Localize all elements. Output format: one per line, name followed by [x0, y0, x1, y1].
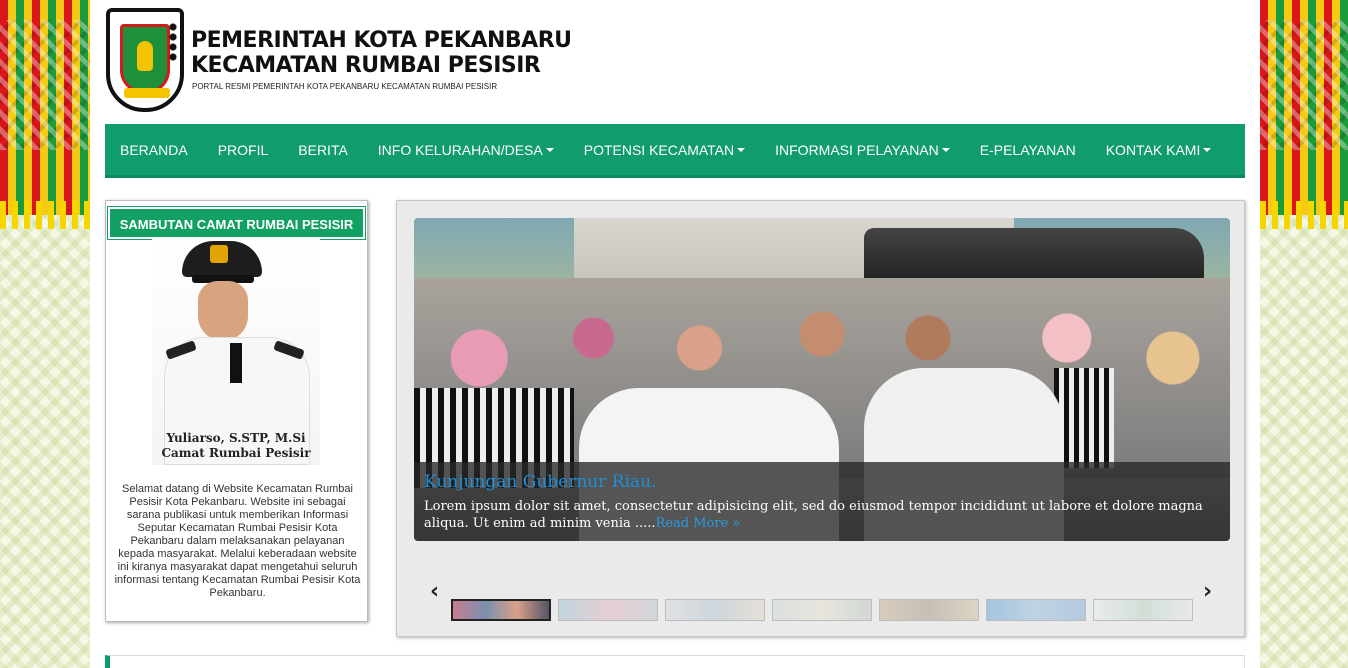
sambutan-camat-panel: SAMBUTAN CAMAT RUMBAI PESISIR Yuliarso, … — [105, 200, 368, 622]
nav-item-profil[interactable]: PROFIL — [218, 142, 269, 158]
slider-thumbnails — [451, 599, 1196, 621]
thumbnail-4[interactable] — [772, 599, 872, 621]
page-container: PEMERINTAH KOTA PEKANBARU KECAMATAN RUMB… — [90, 0, 1260, 668]
nav-item-informasi-pelayanan[interactable]: INFORMASI PELAYANAN — [775, 142, 950, 158]
camat-portrait-image: Yuliarso, S.STP, M.Si Camat Rumbai Pesis… — [152, 239, 320, 465]
main-navigation: BERANDA PROFIL BERITA INFO KELURAHAN/DES… — [105, 124, 1245, 178]
slide-title[interactable]: Kunjungan Gubernur Riau. — [424, 472, 1220, 492]
nav-item-info-kelurahan[interactable]: INFO KELURAHAN/DESA — [378, 142, 554, 158]
nav-label: E-PELAYANAN — [979, 141, 1076, 158]
slide-description: Lorem ipsum dolor sit amet, consectetur … — [424, 498, 1220, 532]
nav-label: BERANDA — [120, 141, 188, 158]
thumbnail-5[interactable] — [879, 599, 979, 621]
site-title-line2: KECAMATAN RUMBAI PESISIR — [191, 53, 541, 78]
thumbnail-7[interactable] — [1093, 599, 1193, 621]
nav-item-e-pelayanan[interactable]: E-PELAYANAN — [980, 142, 1076, 158]
caret-down-icon — [737, 147, 746, 152]
chevron-right-icon[interactable]: › — [1203, 579, 1212, 604]
portrait-cap — [182, 241, 262, 277]
caret-down-icon — [545, 147, 554, 152]
portrait-tie — [230, 343, 242, 383]
sidebar-heading: SAMBUTAN CAMAT RUMBAI PESISIR — [107, 206, 366, 240]
crest-shape — [120, 24, 170, 94]
thumbnail-1[interactable] — [451, 599, 551, 621]
nav-label: POTENSI KECAMATAN — [583, 141, 735, 158]
portrait-face — [198, 281, 248, 341]
thumbnail-6[interactable] — [986, 599, 1086, 621]
sambutan-text: Selamat datang di Website Kecamatan Rumb… — [114, 483, 361, 599]
left-decorative-pattern — [0, 0, 90, 668]
nav-item-berita[interactable]: BERITA — [298, 142, 348, 158]
chevron-left-icon[interactable]: ‹ — [430, 579, 439, 604]
site-subtitle: PORTAL RESMI PEMERINTAH KOTA PEKANBARU K… — [192, 82, 498, 91]
bottom-content-box — [105, 655, 1245, 668]
caret-down-icon — [1203, 147, 1212, 152]
nav-item-beranda[interactable]: BERANDA — [120, 142, 188, 158]
slide-text: Lorem ipsum dolor sit amet, consectetur … — [424, 499, 1203, 531]
site-title-line1: PEMERINTAH KOTA PEKANBARU — [191, 28, 572, 53]
nav-label: INFORMASI PELAYANAN — [775, 141, 939, 158]
camat-position: Camat Rumbai Pesisir — [161, 446, 311, 460]
site-header: PEMERINTAH KOTA PEKANBARU KECAMATAN RUMB… — [90, 0, 1260, 122]
nav-label: KONTAK KAMI — [1105, 141, 1201, 158]
dots-shape — [168, 22, 178, 62]
nav-label: PROFIL — [217, 141, 269, 158]
thumbnail-2[interactable] — [558, 599, 658, 621]
read-more-link[interactable]: Read More » — [656, 516, 741, 531]
city-logo-emblem[interactable] — [106, 8, 184, 112]
nav-label: INFO KELURAHAN/DESA — [377, 141, 543, 158]
ribbon-shape — [124, 88, 170, 98]
slide-caption: Kunjungan Gubernur Riau. Lorem ipsum dol… — [414, 462, 1230, 541]
nav-item-kontak-kami[interactable]: KONTAK KAMI — [1106, 142, 1212, 158]
right-decorative-pattern — [1260, 0, 1348, 668]
nav-label: BERITA — [298, 141, 348, 158]
slide-image[interactable]: Kunjungan Gubernur Riau. Lorem ipsum dol… — [414, 218, 1230, 541]
caret-down-icon — [941, 147, 950, 152]
thumbnail-3[interactable] — [665, 599, 765, 621]
camat-name: Yuliarso, S.STP, M.Si — [166, 431, 306, 445]
nav-item-potensi-kecamatan[interactable]: POTENSI KECAMATAN — [583, 141, 746, 158]
news-slider: Kunjungan Gubernur Riau. Lorem ipsum dol… — [396, 200, 1245, 637]
